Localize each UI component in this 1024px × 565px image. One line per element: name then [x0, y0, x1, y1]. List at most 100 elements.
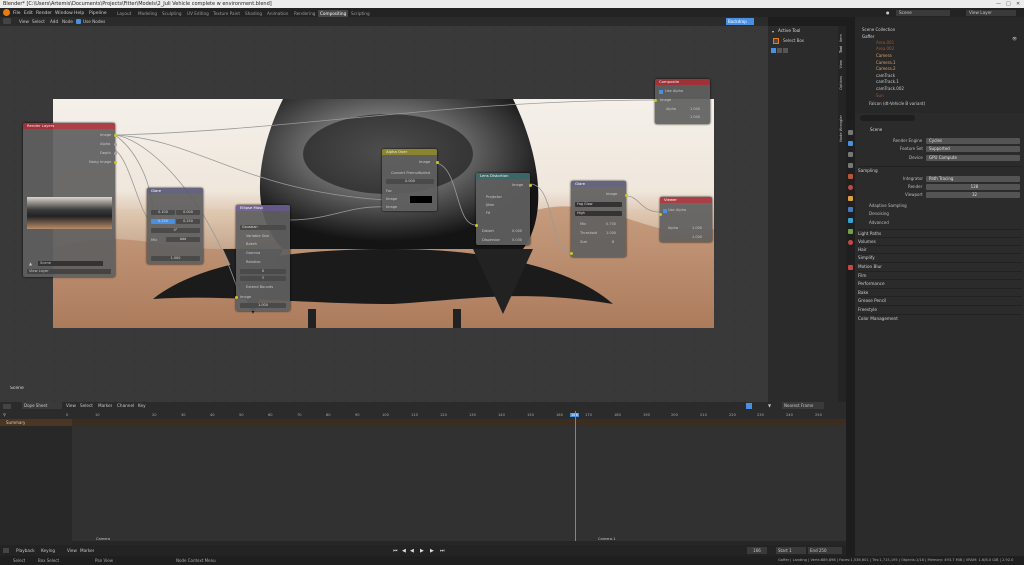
- view-layer-selector[interactable]: View Layer: [966, 10, 1016, 16]
- blur-x-field[interactable]: X: [240, 269, 286, 274]
- section-motion-blur[interactable]: Motion Blur: [858, 262, 1022, 269]
- mode-icon-3[interactable]: [783, 48, 788, 53]
- jump-start-icon[interactable]: ⏮: [393, 548, 398, 554]
- outliner-item-falcon[interactable]: Falcon (dt-Vehicle B variant): [869, 101, 925, 107]
- marker-camera[interactable]: Camera: [96, 537, 110, 541]
- start-frame-field[interactable]: Start 1: [776, 547, 806, 554]
- lens-projector[interactable]: Projector: [486, 195, 502, 199]
- section-freestyle[interactable]: Freestyle: [858, 305, 1022, 312]
- prev-key-icon[interactable]: ◀: [402, 548, 406, 554]
- dopesheet-keyframe-area[interactable]: [72, 419, 846, 545]
- maximize-icon[interactable]: □: [1006, 0, 1011, 8]
- fog-type-select[interactable]: Fog Glow: [575, 202, 622, 207]
- section-bake[interactable]: Bake: [858, 288, 1022, 295]
- rl-layer-field[interactable]: View Layer: [27, 269, 111, 274]
- viewer-alpha-value[interactable]: 1.000: [692, 226, 702, 230]
- scene-selector[interactable]: Scene: [896, 10, 950, 16]
- blur-size-field[interactable]: 1.000: [240, 303, 286, 308]
- visibility-eye-icon[interactable]: 👁: [1012, 36, 1017, 41]
- outliner-item-camtrack2[interactable]: camTrack.002: [876, 86, 904, 92]
- lens-in-socket[interactable]: [475, 224, 478, 227]
- composite-image-socket[interactable]: [654, 99, 657, 102]
- ds-menu-marker[interactable]: Marker: [98, 402, 112, 409]
- glare-field-4[interactable]: 0.250: [176, 219, 200, 224]
- output-props-icon[interactable]: [848, 152, 853, 157]
- sub-adaptive-sampling[interactable]: Adaptive Sampling: [869, 203, 907, 209]
- ds-menu-select[interactable]: Select: [80, 402, 93, 409]
- play-reverse-icon[interactable]: ◀: [410, 548, 414, 554]
- mix-blend-select[interactable]: Add: [166, 237, 200, 242]
- collapse-arrow-icon[interactable]: ▾: [772, 29, 774, 34]
- select-box-tool-icon[interactable]: [773, 38, 779, 44]
- dopesheet-editor-type-icon[interactable]: [3, 404, 11, 409]
- next-key-icon[interactable]: ▶: [430, 548, 434, 554]
- outliner-item-camera[interactable]: Camera: [876, 53, 892, 59]
- blur-type-select[interactable]: Gaussian: [240, 225, 286, 230]
- minimize-icon[interactable]: —: [996, 0, 1001, 8]
- view-menu[interactable]: View: [67, 546, 77, 555]
- integrator-select[interactable]: Path Tracing: [926, 176, 1020, 182]
- lens-jitter[interactable]: Jitter: [486, 203, 495, 207]
- close-icon[interactable]: ✕: [1016, 0, 1020, 8]
- viewer-use-alpha-checkbox[interactable]: [663, 209, 667, 213]
- end-frame-field[interactable]: End 250: [808, 547, 842, 554]
- alpha-over-premul[interactable]: 0.000: [386, 179, 434, 184]
- samples-render-field[interactable]: 128: [926, 184, 1020, 190]
- playhead[interactable]: [575, 411, 576, 545]
- snap-mode-select[interactable]: Nearest Frame: [782, 402, 824, 409]
- view-layer-props-icon[interactable]: [848, 163, 853, 168]
- rl-alpha-socket[interactable]: [114, 143, 117, 146]
- sub-advanced[interactable]: Advanced: [869, 220, 889, 226]
- lens-out-socket[interactable]: [529, 184, 532, 187]
- ruler-search-icon[interactable]: ⚲: [3, 412, 6, 417]
- ds-menu-key[interactable]: Key: [138, 402, 146, 409]
- rl-noisy-socket[interactable]: [114, 161, 117, 164]
- outliner-item-camtrack1[interactable]: camTrack.1: [876, 79, 899, 85]
- alpha-over-out-socket[interactable]: [436, 161, 439, 164]
- world-props-icon[interactable]: [848, 185, 853, 190]
- section-volumes[interactable]: Volumes: [858, 237, 1022, 244]
- timeline-ruler[interactable]: [0, 411, 846, 419]
- physics-props-icon[interactable]: [848, 218, 853, 223]
- composite-use-alpha-checkbox[interactable]: [659, 90, 663, 94]
- mode-icon-1[interactable]: [771, 48, 776, 53]
- outliner-item-gaffer[interactable]: Gaffer: [862, 34, 874, 40]
- keying-menu[interactable]: Keying: [41, 546, 55, 555]
- composite-alpha-value[interactable]: 1.000: [690, 107, 700, 111]
- mode-icon-2[interactable]: [777, 48, 782, 53]
- rl-depth-socket[interactable]: [114, 152, 117, 155]
- glare-field-1[interactable]: 0.100: [151, 210, 175, 215]
- node-glare-fog[interactable]: Glare: [571, 181, 626, 257]
- marker-menu[interactable]: Marker: [80, 546, 94, 555]
- props-search-field[interactable]: [860, 115, 915, 121]
- current-frame-field[interactable]: 166: [747, 547, 767, 554]
- texture-props-icon[interactable]: [848, 265, 853, 270]
- section-color-management[interactable]: Color Management: [858, 314, 1022, 321]
- fog-out-socket[interactable]: [625, 194, 628, 197]
- section-simplify[interactable]: Simplify: [858, 253, 1022, 260]
- viewer-z-value[interactable]: 1.000: [692, 235, 702, 239]
- dopesheet-mode-select[interactable]: Dope Sheet: [22, 402, 62, 409]
- ds-menu-view[interactable]: View: [66, 402, 76, 409]
- rl-scene-field[interactable]: Scene: [38, 261, 103, 266]
- sub-denoising[interactable]: Denoising: [869, 211, 889, 217]
- only-selected-icon[interactable]: [746, 403, 752, 409]
- marker-camera1[interactable]: Camera.1: [598, 537, 616, 541]
- lens-distort-value[interactable]: 0.000: [512, 229, 522, 233]
- feature-set-select[interactable]: Supported: [926, 146, 1020, 152]
- fog-size-value[interactable]: 8: [612, 240, 614, 244]
- modifier-props-icon[interactable]: [848, 207, 853, 212]
- tab-options[interactable]: Options: [839, 76, 843, 90]
- jump-end-icon[interactable]: ⏭: [440, 548, 445, 554]
- ds-menu-channel[interactable]: Channel: [117, 402, 134, 409]
- section-sampling[interactable]: Sampling: [858, 166, 1022, 173]
- outliner-item-camera2[interactable]: Camera.2: [876, 66, 896, 72]
- render-engine-select[interactable]: Cycles: [926, 138, 1020, 144]
- play-icon[interactable]: ▶: [420, 548, 424, 554]
- device-select[interactable]: GPU Compute: [926, 155, 1020, 161]
- alpha-over-convert[interactable]: Convert Premultiplied: [391, 171, 435, 175]
- glare-angle-field[interactable]: 0°: [151, 228, 200, 233]
- material-props-icon[interactable]: [848, 240, 853, 245]
- section-film[interactable]: Film: [858, 271, 1022, 278]
- render-props-icon[interactable]: [848, 141, 853, 146]
